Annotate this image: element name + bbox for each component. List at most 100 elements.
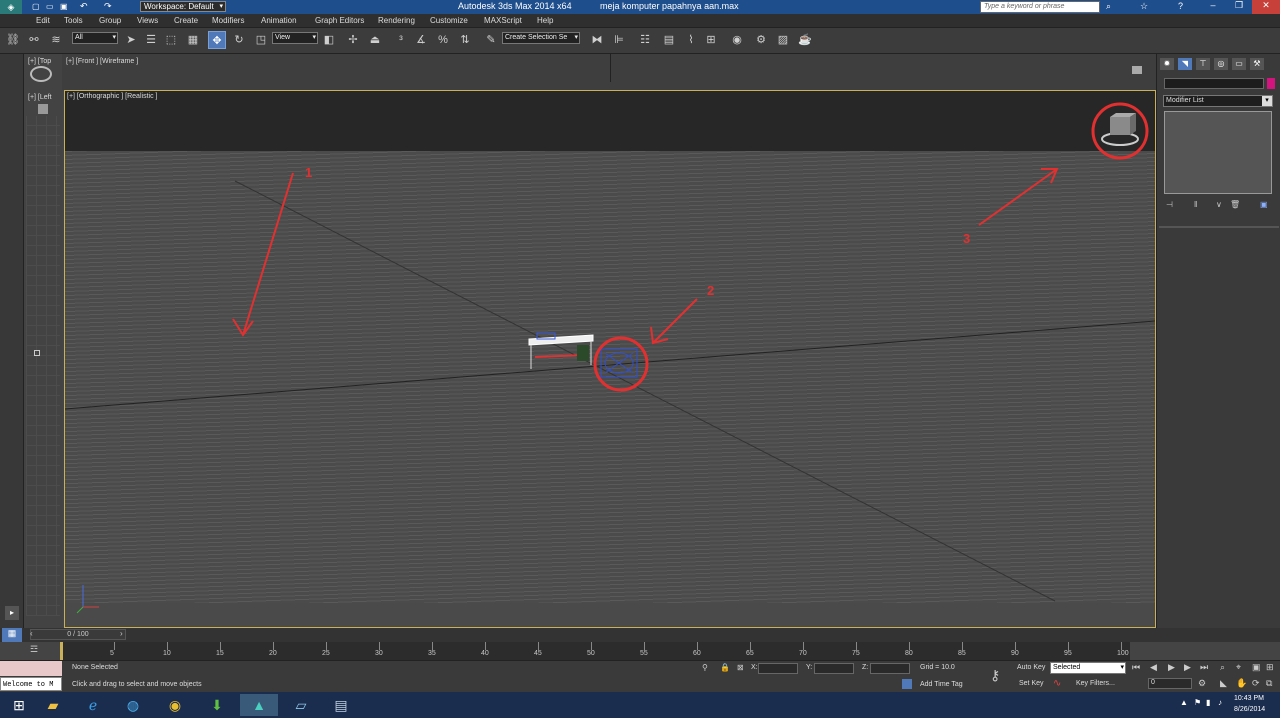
menu-create[interactable]: Create [174, 16, 198, 25]
ribbon-icon[interactable]: ▤ [660, 31, 678, 49]
perspective-viewport[interactable]: [+] [Orthographic ] [Realistic ] 1 2 3 [64, 90, 1156, 628]
clock-date[interactable]: 8/26/2014 [1234, 706, 1265, 713]
viewcube-small-icon[interactable] [1132, 66, 1142, 74]
rectangular-selection-icon[interactable]: ⬚ [162, 31, 180, 49]
snaps-toggle-icon[interactable]: ³ [392, 31, 410, 49]
key-filters-button[interactable]: Key Filters... [1076, 680, 1115, 687]
maxscript-mini-listener[interactable]: Welcome to M [0, 677, 62, 691]
search-input[interactable]: Type a keyword or phrase [980, 1, 1100, 13]
help-icon[interactable]: ? [1178, 1, 1183, 11]
add-time-tag-button[interactable]: Add Time Tag [920, 681, 963, 688]
mirror-icon[interactable]: ⧓ [588, 31, 606, 49]
rendered-frame-window-icon[interactable]: ▨ [774, 31, 792, 49]
app-logo-icon[interactable]: ◈ [0, 0, 22, 14]
menu-help[interactable]: Help [537, 16, 553, 25]
redo-icon[interactable]: ↷ [104, 1, 112, 12]
select-and-rotate-icon[interactable]: ↻ [230, 31, 248, 49]
desk-model[interactable] [528, 332, 594, 369]
schematic-view-icon[interactable]: ⊞ [702, 31, 720, 49]
display-tab-icon[interactable]: ▭ [1232, 58, 1246, 70]
pan-icon[interactable]: ✋ [1236, 678, 1247, 689]
internet-explorer-icon[interactable]: ℯ [74, 694, 112, 716]
z-coordinate-field[interactable] [870, 663, 910, 674]
unlink-icon[interactable]: ⚯ [25, 31, 43, 49]
close-icon[interactable]: ✕ [1252, 0, 1280, 14]
open-mini-curve-editor-icon[interactable]: ☲ [30, 644, 46, 658]
render-production-icon[interactable]: ☕ [796, 31, 814, 49]
top-viewport-label[interactable]: [+] [Top [28, 58, 51, 65]
bind-space-warp-icon[interactable]: ≋ [47, 31, 65, 49]
absolute-mode-icon[interactable]: ⊠ [737, 663, 744, 672]
set-key-icon[interactable]: ⚷ [990, 667, 1000, 684]
spinner-snap-icon[interactable]: ⇅ [456, 31, 474, 49]
percent-snap-icon[interactable]: % [434, 31, 452, 49]
tray-flag-icon[interactable]: ⚑ [1194, 698, 1201, 707]
workspace-select[interactable]: Workspace: Default ▾ [140, 1, 226, 12]
select-manipulate-icon[interactable]: ✢ [344, 31, 362, 49]
pivot-center-icon[interactable]: ◧ [320, 31, 338, 49]
current-frame-field[interactable]: 0 [1148, 678, 1192, 689]
pin-stack-icon[interactable]: ⊣ [1166, 200, 1173, 209]
maxscript-mini-listener-top[interactable] [0, 661, 62, 676]
calculator-icon[interactable]: ▤ [322, 694, 360, 716]
make-unique-icon[interactable]: ∨ [1216, 200, 1222, 209]
isolate-selection-icon[interactable]: ⚲ [702, 663, 708, 672]
utorrent-icon[interactable]: ⬇ [198, 694, 236, 716]
time-tag-icon[interactable] [902, 679, 912, 689]
menu-modifiers[interactable]: Modifiers [212, 16, 244, 25]
clock-time[interactable]: 10:43 PM [1234, 695, 1264, 702]
slider-right-arrow-icon[interactable]: › [120, 629, 123, 638]
menu-customize[interactable]: Customize [430, 16, 468, 25]
maximize-viewport-icon[interactable]: ⊞ [1266, 662, 1274, 673]
object-name-field[interactable] [1164, 78, 1264, 89]
material-editor-icon[interactable]: ◉ [728, 31, 746, 49]
x-coordinate-field[interactable] [758, 663, 798, 674]
viewport-layout-icon[interactable]: ▦ [2, 628, 22, 642]
3ds-max-taskbar-icon[interactable]: ▲ [240, 694, 278, 716]
tray-arrow-icon[interactable]: ▲ [1180, 698, 1188, 707]
previous-frame-icon[interactable]: ◀ [1150, 662, 1157, 673]
select-object-icon[interactable]: ➤ [122, 31, 140, 49]
save-file-icon[interactable]: ▣ [60, 2, 68, 11]
track-bar[interactable]: 5 10 15 20 25 30 35 40 45 50 55 60 65 70 75 80 85 90 95 100 [60, 642, 1130, 660]
layer-manager-icon[interactable]: ☷ [636, 31, 654, 49]
select-and-scale-icon[interactable]: ◳ [252, 31, 270, 49]
modify-tab-icon[interactable]: ◥ [1178, 58, 1192, 70]
play-icon[interactable]: ▶ [1168, 662, 1175, 673]
create-tab-icon[interactable]: ✹ [1160, 58, 1174, 70]
orbit-icon[interactable]: ⟳ [1252, 678, 1260, 689]
open-file-icon[interactable]: ▭ [46, 2, 54, 11]
lock-selection-icon[interactable]: 🔒 [720, 663, 730, 672]
hierarchy-tab-icon[interactable]: ⊤ [1196, 58, 1210, 70]
configure-sets-icon[interactable]: ▣ [1260, 200, 1268, 209]
edit-named-selections-icon[interactable]: ✎ [482, 31, 500, 49]
zoom-extents-icon[interactable]: ▣ [1252, 662, 1261, 673]
named-selection-select[interactable]: Create Selection Se ▾ [502, 32, 580, 44]
keyboard-shortcut-override-icon[interactable]: ⏏ [366, 31, 384, 49]
modifier-stack[interactable] [1164, 111, 1272, 194]
go-to-start-icon[interactable]: ⏮ [1132, 662, 1140, 673]
minimize-icon[interactable]: – [1200, 0, 1226, 14]
angle-snap-icon[interactable]: ∡ [412, 31, 430, 49]
new-file-icon[interactable]: ▢ [32, 2, 40, 11]
time-configuration-icon[interactable]: ⚙ [1198, 678, 1206, 689]
key-curve-icon[interactable]: ∿ [1053, 678, 1061, 689]
select-and-move-icon[interactable]: ✥ [208, 31, 226, 49]
restore-icon[interactable]: ❐ [1226, 0, 1252, 14]
network-app-icon[interactable]: ◍ [114, 694, 152, 716]
time-slider[interactable]: 0 / 100 [30, 629, 126, 640]
menu-tools[interactable]: Tools [64, 16, 83, 25]
menu-animation[interactable]: Animation [261, 16, 297, 25]
link-icon[interactable]: ⛓ [4, 31, 22, 49]
next-frame-icon[interactable]: ▶ [1184, 662, 1191, 673]
binoculars-icon[interactable]: ⌕ [1106, 1, 1111, 12]
reference-coordinate-select[interactable]: View ▾ [272, 32, 318, 44]
menu-edit[interactable]: Edit [36, 16, 50, 25]
align-icon[interactable]: ⊫ [610, 31, 628, 49]
object-color-swatch[interactable] [1267, 78, 1275, 89]
remove-modifier-icon[interactable]: 🗑 [1230, 200, 1240, 209]
zoom-icon[interactable]: ⌕ [1220, 662, 1225, 673]
side-viewport-column[interactable]: [+] [Top [+] [Left [24, 54, 62, 630]
left-viewport-label[interactable]: [+] [Left [28, 94, 52, 101]
auto-key-button[interactable]: Auto Key [1017, 664, 1045, 671]
